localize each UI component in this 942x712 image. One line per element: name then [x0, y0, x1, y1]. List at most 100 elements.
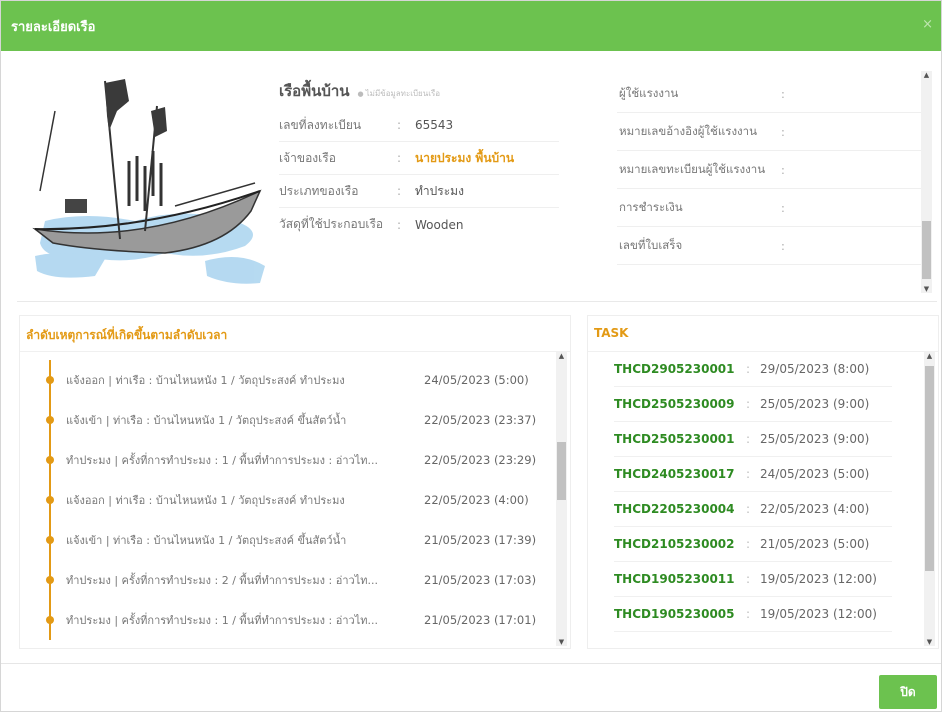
colon: : [746, 607, 751, 621]
colon: : [397, 118, 402, 132]
payment-value: : [781, 200, 785, 215]
timeline-date: 22/05/2023 (23:29) [424, 453, 537, 467]
worker-value: : [781, 86, 785, 101]
task-row[interactable]: THCD2905230001 : 29/05/2023 (8:00) [614, 352, 892, 387]
task-panel: TASK THCD2905230001 : 29/05/2023 (8:00) … [587, 315, 939, 649]
task-title: TASK [588, 316, 938, 352]
worker-reg-row: หมายเลขทะเบียนผู้ใช้แรงงาน : [617, 151, 923, 189]
timeline-dot [46, 416, 54, 424]
modal-title: รายละเอียดเรือ [11, 19, 96, 35]
payment-row: การชำระเงิน : [617, 189, 923, 227]
owner-label: เจ้าของเรือ [279, 150, 336, 165]
close-icon[interactable]: × [922, 17, 933, 32]
timeline-text: ทำประมง | ครั้งที่การทำประมง : 1 / พื้นท… [66, 454, 378, 467]
timeline-dot [46, 576, 54, 584]
timeline-item: ทำประมง | ครั้งที่การทำประมง : 2 / พื้นท… [20, 560, 554, 600]
worker-reg-value: : [781, 162, 785, 177]
timeline-date: 21/05/2023 (17:01) [424, 613, 537, 627]
task-code[interactable]: THCD2405230017 [614, 467, 746, 481]
timeline-title: ลำดับเหตุการณ์ที่เกิดขึ้นตามลำดับเวลา [20, 316, 570, 352]
timeline-scrollbar[interactable]: ▲ ▼ [556, 352, 567, 646]
timeline-date: 22/05/2023 (4:00) [424, 493, 529, 507]
receipt-label: เลขที่ใบเสร็จ [619, 238, 683, 252]
timeline-text: แจ้งออก | ท่าเรือ : บ้านไหนหนัง 1 / วัตถ… [66, 494, 345, 507]
colon: : [746, 467, 751, 481]
worker-row: ผู้ใช้แรงงาน : [617, 75, 923, 113]
timeline-text: ทำประมง | ครั้งที่การทำประมง : 1 / พื้นท… [66, 614, 378, 627]
section-divider [17, 301, 937, 302]
task-list: THCD2905230001 : 29/05/2023 (8:00) THCD2… [588, 352, 922, 632]
task-code[interactable]: THCD2905230001 [614, 362, 746, 376]
colon: : [397, 184, 402, 198]
timeline-date: 21/05/2023 (17:03) [424, 573, 537, 587]
task-code[interactable]: THCD2205230004 [614, 502, 746, 516]
owner-value: นายประมง พื้นบ้าน [415, 150, 515, 165]
colon: : [397, 217, 402, 232]
boat-type-label: ประเภทของเรือ [279, 183, 359, 198]
timeline-text: แจ้งเข้า | ท่าเรือ : บ้านไหนหนัง 1 / วัต… [66, 414, 347, 427]
colon: : [746, 572, 751, 586]
colon: : [746, 397, 751, 411]
scroll-down-icon[interactable]: ▼ [556, 638, 567, 646]
boat-note: ไม่มีข้อมูลทะเบียนเรือ [358, 87, 440, 100]
colon: : [746, 362, 751, 376]
task-date: 25/05/2023 (9:00) [760, 432, 870, 446]
timeline-panel: ลำดับเหตุการณ์ที่เกิดขึ้นตามลำดับเวลา แจ… [19, 315, 571, 649]
task-row[interactable]: THCD2105230002 : 21/05/2023 (5:00) [614, 527, 892, 562]
task-date: 19/05/2023 (12:00) [760, 572, 877, 586]
colon: : [746, 502, 751, 516]
receipt-row: เลขที่ใบเสร็จ : [617, 227, 923, 265]
timeline-date: 22/05/2023 (23:37) [424, 413, 537, 427]
colon: : [746, 537, 751, 551]
timeline-item: แจ้งออก | ท่าเรือ : บ้านไหนหนัง 1 / วัตถ… [20, 480, 554, 520]
boat-image [32, 79, 265, 284]
scroll-down-icon[interactable]: ▼ [924, 638, 935, 646]
scroll-up-icon[interactable]: ▲ [556, 352, 567, 360]
worker-info-panel: ผู้ใช้แรงงาน : หมายเลขอ้างอิงผู้ใช้แรงงา… [617, 75, 923, 297]
scroll-down-icon[interactable]: ▼ [921, 285, 932, 293]
scroll-thumb[interactable] [925, 366, 934, 571]
registration-row: เลขที่ลงทะเบียน : 65543 [279, 109, 559, 142]
timeline-dot [46, 456, 54, 464]
timeline-item: แจ้งเข้า | ท่าเรือ : บ้านไหนหนัง 1 / วัต… [20, 520, 554, 560]
task-date: 22/05/2023 (4:00) [760, 502, 870, 516]
owner-row: เจ้าของเรือ : นายประมง พื้นบ้าน [279, 142, 559, 175]
material-row: วัสดุที่ใช้ประกอบเรือ : Wooden [279, 208, 559, 241]
timeline-dot [46, 536, 54, 544]
colon: : [397, 151, 402, 165]
task-date: 21/05/2023 (5:00) [760, 537, 870, 551]
task-row[interactable]: THCD2405230017 : 24/05/2023 (5:00) [614, 457, 892, 492]
timeline-list: แจ้งออก | ท่าเรือ : บ้านไหนหนัง 1 / วัตถ… [20, 352, 554, 646]
task-code[interactable]: THCD2505230001 [614, 432, 746, 446]
timeline-item: แจ้งเข้า | ท่าเรือ : บ้านไหนหนัง 1 / วัต… [20, 400, 554, 440]
task-row[interactable]: THCD1905230005 : 19/05/2023 (12:00) [614, 597, 892, 632]
task-row[interactable]: THCD2505230009 : 25/05/2023 (9:00) [614, 387, 892, 422]
task-code[interactable]: THCD1905230011 [614, 572, 746, 586]
task-code[interactable]: THCD2105230002 [614, 537, 746, 551]
scroll-thumb[interactable] [922, 221, 931, 279]
worker-info-scrollbar[interactable]: ▲ ▼ [921, 71, 932, 293]
task-date: 24/05/2023 (5:00) [760, 467, 870, 481]
task-scrollbar[interactable]: ▲ ▼ [924, 352, 935, 646]
footer-divider [1, 663, 941, 664]
worker-ref-value: : [781, 124, 785, 139]
task-row[interactable]: THCD2505230001 : 25/05/2023 (9:00) [614, 422, 892, 457]
task-code[interactable]: THCD2505230009 [614, 397, 746, 411]
worker-reg-label: หมายเลขทะเบียนผู้ใช้แรงงาน [619, 162, 766, 176]
task-row[interactable]: THCD1905230011 : 19/05/2023 (12:00) [614, 562, 892, 597]
task-code[interactable]: THCD1905230005 [614, 607, 746, 621]
registration-label: เลขที่ลงทะเบียน [279, 117, 362, 132]
scroll-up-icon[interactable]: ▲ [921, 71, 932, 79]
timeline-item: ทำประมง | ครั้งที่การทำประมง : 1 / พื้นท… [20, 600, 554, 640]
modal-header: รายละเอียดเรือ × [1, 1, 941, 51]
task-row[interactable]: THCD2205230004 : 22/05/2023 (4:00) [614, 492, 892, 527]
timeline-text: แจ้งเข้า | ท่าเรือ : บ้านไหนหนัง 1 / วัต… [66, 534, 347, 547]
scroll-thumb[interactable] [557, 442, 566, 500]
close-button[interactable]: ปิด [879, 675, 937, 709]
scroll-up-icon[interactable]: ▲ [924, 352, 935, 360]
registration-value: 65543 [415, 118, 454, 132]
colon: : [746, 432, 751, 446]
boat-summary: เรือพื้นบ้าน ไม่มีข้อมูลทะเบียนเรือ เลขท… [17, 67, 937, 297]
boat-info: เรือพื้นบ้าน ไม่มีข้อมูลทะเบียนเรือ เลขท… [279, 79, 559, 241]
timeline-dot [46, 616, 54, 624]
